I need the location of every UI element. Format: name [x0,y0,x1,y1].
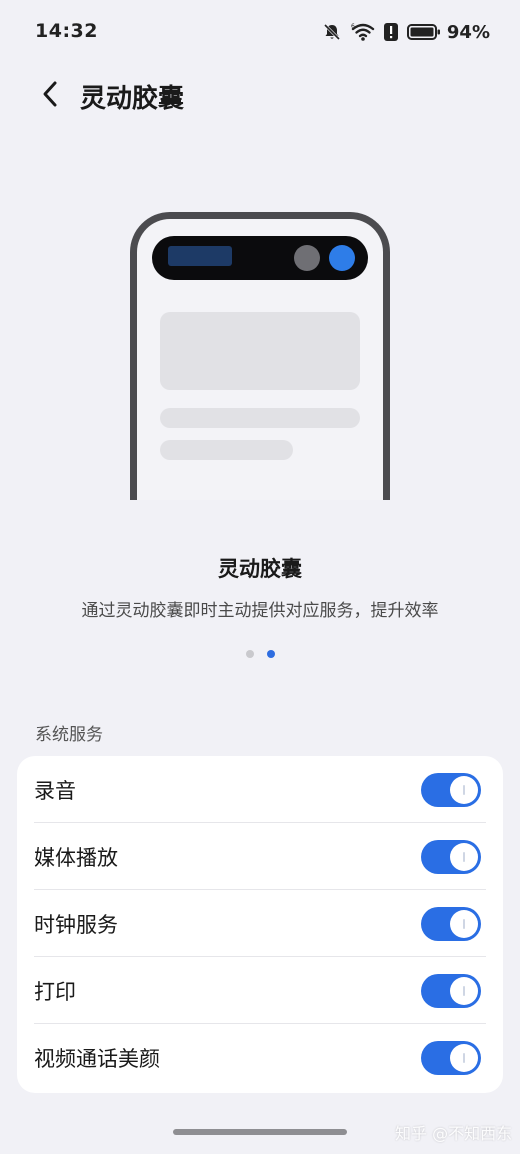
item-label: 媒体播放 [34,846,118,870]
media-playback-toggle[interactable] [421,840,481,874]
clock-service-toggle[interactable] [421,907,481,941]
page-indicator [0,650,520,658]
island-dot-blue [329,245,355,271]
toggle-knob [450,977,478,1005]
svg-text:6: 6 [351,23,355,30]
list-item-video-call-beauty[interactable]: 视频通话美颜 [17,1024,503,1091]
phone-illustration [130,212,390,500]
list-item-print[interactable]: 打印 [17,957,503,1024]
item-label: 时钟服务 [34,913,118,937]
header: 灵动胶囊 [0,66,520,126]
services-card: 录音 媒体播放 时钟服务 打印 视频通话美颜 [17,756,503,1093]
placeholder-line-short [160,440,293,460]
chevron-left-icon [41,80,59,112]
status-icons: 6 94% [322,20,490,44]
item-label: 视频通话美颜 [34,1047,160,1071]
feature-title: 灵动胶囊 [218,557,302,581]
island-dot-grey [294,245,320,271]
status-time: 14:32 [35,20,98,42]
toggle-knob [450,776,478,804]
battery-percent: 94% [446,21,490,43]
placeholder-line [160,408,360,428]
back-button[interactable] [30,76,70,116]
print-toggle[interactable] [421,974,481,1008]
settings-page: 14:32 6 94% 灵动胶囊 灵动胶囊 通过灵动胶囊即时主动提供对应服务，提… [0,0,520,1154]
battery-icon [406,22,441,42]
home-indicator[interactable] [173,1129,347,1135]
bell-off-icon [322,22,342,42]
toggle-knob [450,843,478,871]
page-dot-1[interactable] [245,650,254,658]
list-item-media-playback[interactable]: 媒体播放 [17,823,503,890]
alert-icon [383,22,398,42]
dynamic-island-illustration [152,236,368,280]
recording-toggle[interactable] [421,773,481,807]
status-bar: 14:32 6 94% [0,0,520,62]
wifi-icon: 6 [351,22,375,42]
feature-description: 通过灵动胶囊即时主动提供对应服务，提升效率 [81,601,439,621]
item-label: 录音 [34,779,76,803]
toggle-knob [450,1044,478,1072]
section-label: 系统服务 [35,725,103,745]
watermark: 知乎 @不知西东 [395,1124,513,1143]
toggle-knob [450,910,478,938]
page-dot-2-active[interactable] [266,650,275,658]
page-title: 灵动胶囊 [80,84,185,114]
video-call-beauty-toggle[interactable] [421,1041,481,1075]
item-label: 打印 [34,980,76,1004]
list-item-recording[interactable]: 录音 [17,756,503,823]
island-bar [168,246,232,266]
list-item-clock-service[interactable]: 时钟服务 [17,890,503,957]
placeholder-block [160,312,360,390]
